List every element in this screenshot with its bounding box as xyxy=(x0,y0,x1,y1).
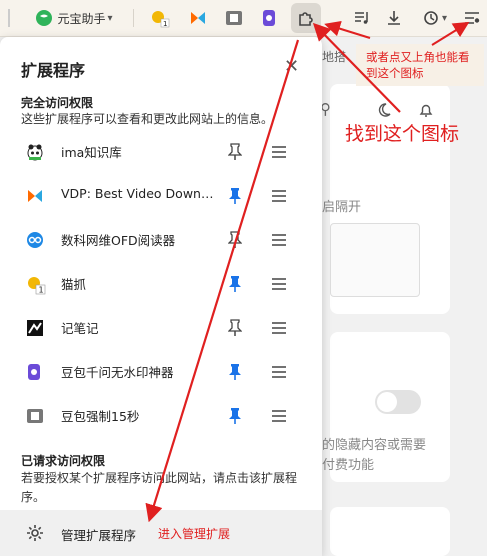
arrow-to-manage xyxy=(145,39,300,523)
arrow-or-puzzle xyxy=(324,20,371,39)
arrow-to-menu xyxy=(431,21,470,46)
annotation-arrows xyxy=(145,20,470,523)
arrow-to-puzzle xyxy=(312,22,401,113)
